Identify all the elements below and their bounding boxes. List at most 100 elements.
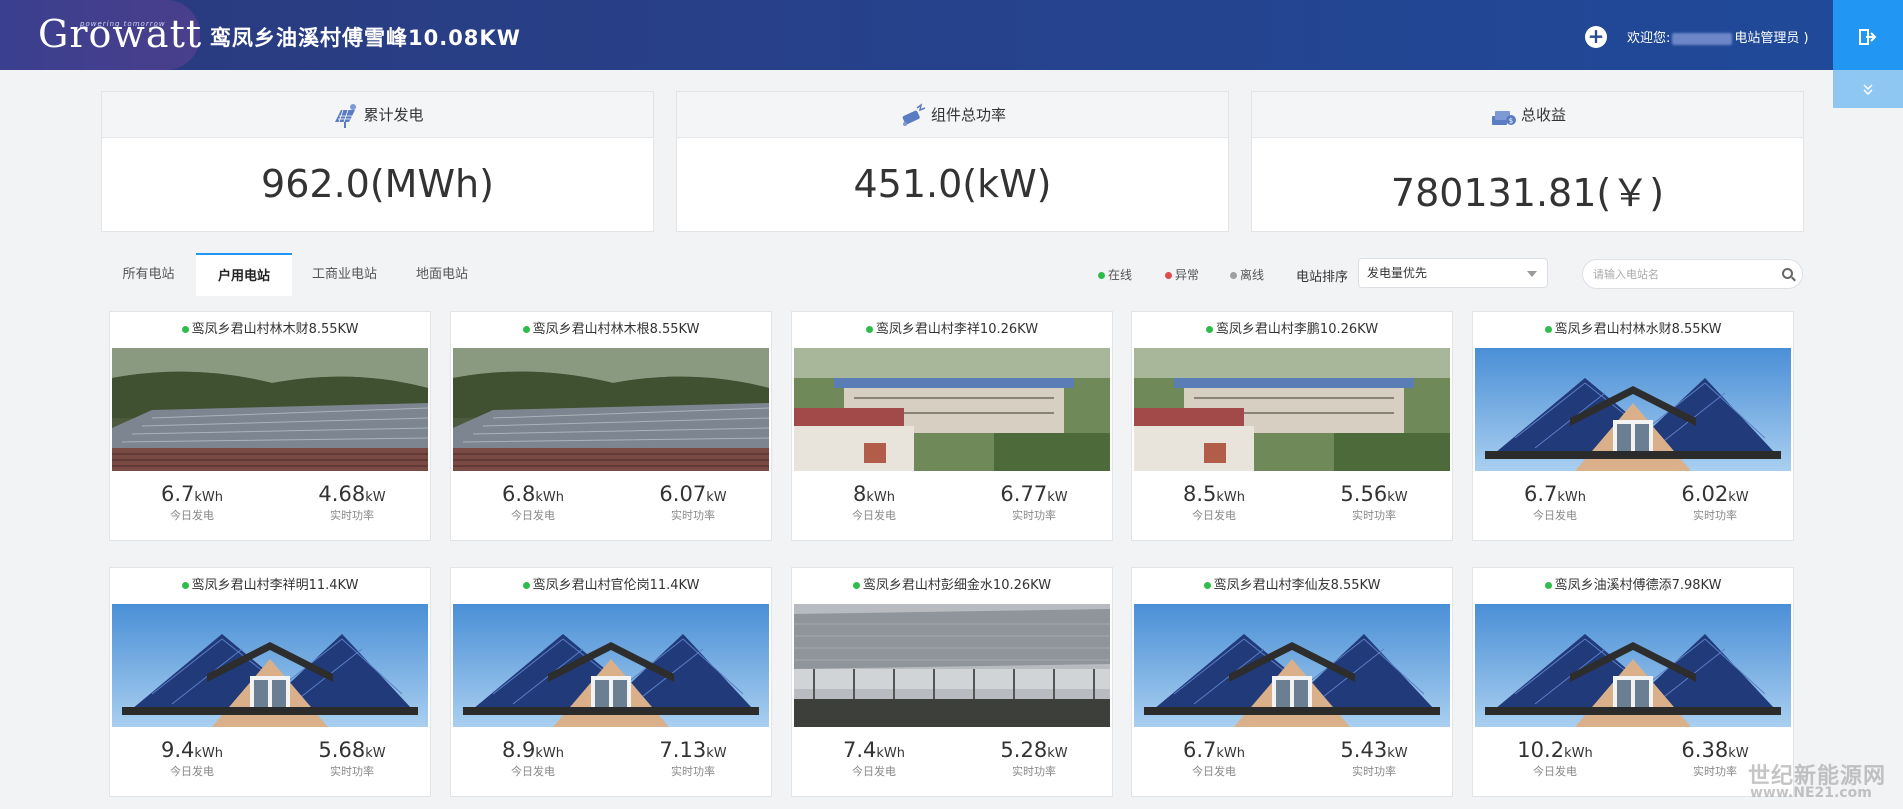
- tab-ground[interactable]: 地面电站: [397, 253, 487, 296]
- username-blurred: [1672, 32, 1733, 45]
- sort-selected: 发电量优先: [1367, 266, 1428, 280]
- status-dot: [1203, 582, 1211, 589]
- station-title: 鸾凤乡油溪村傅雪峰10.08KW: [210, 26, 521, 50]
- plant-photo: [1134, 348, 1450, 471]
- realtime-power-value: 4.68: [318, 482, 366, 506]
- today-energy-unit: kWh: [1564, 746, 1593, 761]
- plant-name[interactable]: 鸾凤乡君山村官伦岗11.4KW: [451, 568, 771, 604]
- plant-card[interactable]: 鸾凤乡君山村林木财8.55KW 6.7kWh 今日发电 4.68kW 实时功率: [109, 311, 431, 541]
- summary-label: 总收益: [1520, 106, 1566, 124]
- today-energy-value: 8.5: [1182, 482, 1217, 506]
- today-energy-unit: kWh: [535, 490, 565, 505]
- plus-icon[interactable]: +: [1585, 26, 1607, 48]
- search-icon[interactable]: [1782, 268, 1793, 279]
- realtime-power-label: 实时功率: [1352, 765, 1396, 778]
- today-energy-value: 7.4: [842, 738, 877, 762]
- realtime-power-label: 实时功率: [1693, 509, 1737, 522]
- plant-name[interactable]: 鸾凤乡君山村李祥明11.4KW: [110, 568, 430, 604]
- plant-name[interactable]: 鸾凤乡君山村彭细金水10.26KW: [792, 568, 1112, 604]
- plant-name[interactable]: 鸾凤乡君山村李鹏10.26KW: [1132, 312, 1452, 348]
- plant-card[interactable]: 鸾凤乡君山村李祥明11.4KW 9.4kWh 今日发电 5.68kW 实时功率: [109, 567, 431, 797]
- status-dot: [522, 582, 530, 589]
- summary-label: 组件总功率: [930, 106, 1006, 124]
- realtime-power: 5.68kW 实时功率: [292, 738, 412, 779]
- today-energy-label: 今日发电: [852, 509, 896, 522]
- realtime-power-value: 6.07: [659, 482, 707, 506]
- realtime-power-unit: kW: [706, 490, 727, 505]
- status-dot: [181, 326, 189, 333]
- today-energy-label: 今日发电: [170, 765, 214, 778]
- legend-online[interactable]: 在线: [1098, 266, 1132, 283]
- plant-name[interactable]: 鸾凤乡君山村林木财8.55KW: [110, 312, 430, 348]
- today-energy-value: 6.7: [1523, 482, 1558, 506]
- summary-value: 962.0(MWh): [261, 162, 494, 206]
- today-energy-value: 6.7: [160, 482, 195, 506]
- plant-name[interactable]: 鸾凤乡油溪村傅德添7.98KW: [1473, 568, 1793, 604]
- realtime-power-value: 6.38: [1681, 738, 1729, 762]
- plant-card[interactable]: 鸾凤乡君山村李鹏10.26KW 8.5kWh 今日发电 5.56kW 实时功率: [1131, 311, 1453, 541]
- plant-card[interactable]: 鸾凤乡君山村林水财8.55KW 6.7kWh 今日发电 6.02kW 实时功率: [1472, 311, 1794, 541]
- summary-card-power: 组件总功率 451.0(kW): [676, 91, 1229, 232]
- realtime-power-unit: kW: [1387, 746, 1408, 761]
- legend-error[interactable]: 异常: [1165, 266, 1199, 283]
- status-dot: [522, 326, 530, 333]
- realtime-power-label: 实时功率: [1352, 509, 1396, 522]
- status-dot: [865, 326, 873, 333]
- legend-offline[interactable]: 离线: [1230, 266, 1264, 283]
- today-energy: 6.8kWh 今日发电: [473, 482, 593, 523]
- svg-text:$: $: [1509, 117, 1513, 125]
- plant-card[interactable]: 鸾凤乡君山村李仙友8.55KW 6.7kWh 今日发电 5.43kW 实时功率: [1131, 567, 1453, 797]
- realtime-power: 4.68kW 实时功率: [292, 482, 412, 523]
- realtime-power: 6.02kW 实时功率: [1655, 482, 1775, 523]
- welcome-role: 电站管理员 ): [1734, 31, 1809, 46]
- realtime-power: 7.13kW 实时功率: [633, 738, 753, 779]
- realtime-power: 5.56kW 实时功率: [1314, 482, 1434, 523]
- today-energy: 8.5kWh 今日发电: [1154, 482, 1274, 523]
- tab-commercial[interactable]: 工商业电站: [292, 253, 397, 296]
- status-dot: [1544, 582, 1552, 589]
- plant-name[interactable]: 鸾凤乡君山村林木根8.55KW: [451, 312, 771, 348]
- plant-card[interactable]: 鸾凤乡君山村彭细金水10.26KW 7.4kWh 今日发电 5.28kW 实时功…: [791, 567, 1113, 797]
- plant-name[interactable]: 鸾凤乡君山村林水财8.55KW: [1473, 312, 1793, 348]
- realtime-power-unit: kW: [1047, 746, 1068, 761]
- logo[interactable]: powering tomorrow Growatt: [0, 0, 201, 70]
- plant-name[interactable]: 鸾凤乡君山村李祥10.26KW: [792, 312, 1112, 348]
- collapse-button[interactable]: [1833, 70, 1903, 108]
- summary-head: $ 总收益: [1252, 92, 1803, 138]
- search-input[interactable]: [1583, 260, 1763, 288]
- station-search: [1582, 259, 1803, 289]
- realtime-power-label: 实时功率: [1012, 765, 1056, 778]
- welcome-text: 欢迎您: 电站管理员 ): [1627, 27, 1809, 46]
- summary-value: 451.0(kW): [853, 162, 1052, 206]
- today-energy: 9.4kWh 今日发电: [132, 738, 252, 779]
- today-energy: 8kWh 今日发电: [814, 482, 934, 523]
- plant-card[interactable]: 鸾凤乡君山村官伦岗11.4KW 8.9kWh 今日发电 7.13kW 实时功率: [450, 567, 772, 797]
- plant-photo: [112, 604, 428, 727]
- today-energy-unit: kWh: [876, 746, 906, 761]
- today-energy: 6.7kWh 今日发电: [132, 482, 252, 523]
- sort-select[interactable]: 发电量优先: [1358, 258, 1548, 288]
- realtime-power-unit: kW: [365, 490, 386, 505]
- plant-card[interactable]: 鸾凤乡君山村林木根8.55KW 6.8kWh 今日发电 6.07kW 实时功率: [450, 311, 772, 541]
- status-dot: [1230, 272, 1237, 279]
- realtime-power-label: 实时功率: [671, 765, 715, 778]
- tab-residential[interactable]: 户用电站: [196, 253, 292, 296]
- today-energy-unit: kWh: [1557, 490, 1587, 505]
- today-energy-label: 今日发电: [1192, 509, 1236, 522]
- today-energy-unit: kWh: [535, 746, 565, 761]
- plant-card[interactable]: 鸾凤乡油溪村傅德添7.98KW 10.2kWh 今日发电 6.38kW 实时功率: [1472, 567, 1794, 797]
- today-energy-value: 6.7: [1182, 738, 1217, 762]
- sort-label: 电站排序: [1296, 270, 1349, 285]
- today-energy: 6.7kWh 今日发电: [1495, 482, 1615, 523]
- plant-card[interactable]: 鸾凤乡君山村李祥10.26KW 8kWh 今日发电 6.77kW 实时功率: [791, 311, 1113, 541]
- tab-all[interactable]: 所有电站: [101, 253, 196, 296]
- plant-name[interactable]: 鸾凤乡君山村李仙友8.55KW: [1132, 568, 1452, 604]
- today-energy-unit: kWh: [194, 746, 224, 761]
- realtime-power-value: 5.68: [318, 738, 366, 762]
- realtime-power-label: 实时功率: [330, 509, 374, 522]
- logout-button[interactable]: [1833, 0, 1903, 70]
- realtime-power: 5.28kW 实时功率: [974, 738, 1094, 779]
- plant-photo: [453, 604, 769, 727]
- realtime-power-unit: kW: [1728, 490, 1749, 505]
- status-dot: [1165, 272, 1172, 279]
